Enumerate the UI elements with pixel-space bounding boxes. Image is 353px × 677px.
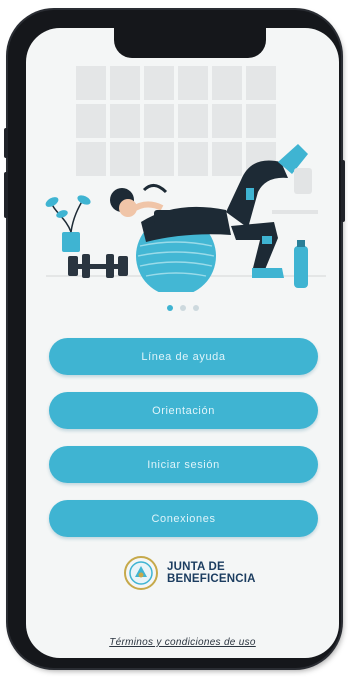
orientation-button[interactable]: Orientación	[49, 392, 318, 429]
connections-button[interactable]: Conexiones	[49, 500, 318, 537]
app-screen: Línea de ayuda Orientación Iniciar sesió…	[26, 28, 339, 658]
logo-line-2: BENEFICENCIA	[167, 573, 256, 585]
phone-side-button	[4, 128, 8, 158]
window-grid	[76, 66, 276, 176]
workout-illustration	[45, 66, 326, 292]
carousel-dot-active[interactable]	[166, 305, 173, 311]
phone-side-button	[341, 160, 345, 222]
logo-line-1: JUNTA DE	[167, 561, 225, 573]
carousel-dot[interactable]	[179, 305, 186, 311]
seal-icon	[124, 556, 158, 590]
phone-notch	[114, 28, 266, 58]
water-bottle-icon	[294, 240, 308, 288]
carousel-indicator	[26, 305, 339, 311]
phone-side-button	[4, 172, 8, 218]
terms-link[interactable]: Términos y condiciones de uso	[26, 637, 339, 648]
plant-icon	[45, 195, 91, 252]
dumbbell-icon	[68, 254, 128, 278]
carousel-dot[interactable]	[192, 305, 199, 311]
phone-frame: Línea de ayuda Orientación Iniciar sesió…	[4, 10, 345, 668]
login-button[interactable]: Iniciar sesión	[49, 446, 318, 483]
helpline-button[interactable]: Línea de ayuda	[49, 338, 318, 375]
junta-beneficencia-logo: JUNTA DE BENEFICENCIA	[123, 555, 256, 591]
main-menu: Línea de ayuda Orientación Iniciar sesió…	[49, 338, 318, 554]
logo-text: JUNTA DE BENEFICENCIA	[167, 561, 256, 585]
